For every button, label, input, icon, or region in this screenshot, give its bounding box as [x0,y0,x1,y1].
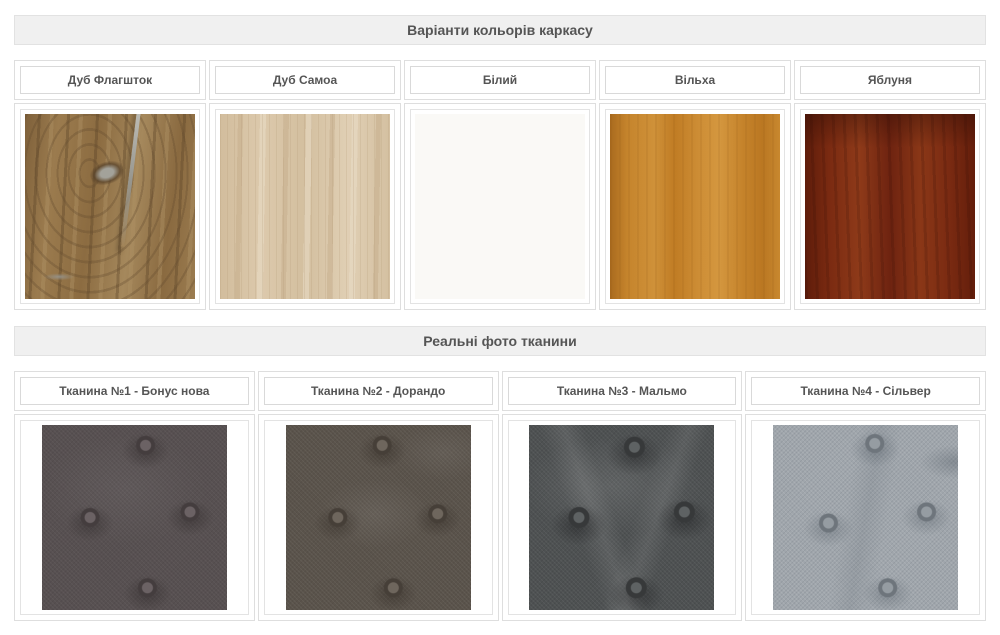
swatch-image-oak-flagstock [25,114,195,299]
frame-color-image-frame [800,109,980,304]
frame-colors-section: Варіанти кольорів каркасу Дуб Флагшток Д… [14,15,986,310]
fabric-label-malmo: Тканина №3 - Мальмо [508,377,737,405]
fabric-photos-section-title: Реальні фото тканини [14,326,986,356]
swatch-image-fabric-malmo [529,425,714,610]
swatch-image-oak-samoa [220,114,390,299]
fabric-image-frame [751,420,980,615]
frame-color-label-alder: Вільха [605,66,785,94]
swatch-image-fabric-bonus-nova [42,425,227,610]
frame-color-image-cell [404,103,596,310]
fabric-label-cell: Тканина №2 - Дорандо [258,371,499,411]
fabric-image-row [14,414,986,621]
fabric-image-frame [508,420,737,615]
fabric-label-dorando: Тканина №2 - Дорандо [264,377,493,405]
fabric-photos-section: Реальні фото тканини Тканина №1 - Бонус … [14,326,986,621]
frame-colors-section-title: Варіанти кольорів каркасу [14,15,986,45]
fabric-label-bonus-nova: Тканина №1 - Бонус нова [20,377,249,405]
fabric-image-cell [14,414,255,621]
frame-color-label-cell: Дуб Флагшток [14,60,206,100]
frame-color-image-cell [599,103,791,310]
product-options-page: Варіанти кольорів каркасу Дуб Флагшток Д… [0,0,1000,635]
frame-color-label-oak-samoa: Дуб Самоа [215,66,395,94]
fabric-label-silver: Тканина №4 - Сільвер [751,377,980,405]
fabric-image-frame [20,420,249,615]
frame-color-image-frame [410,109,590,304]
frame-color-label-cell: Білий [404,60,596,100]
frame-color-image-cell [209,103,401,310]
fabric-label-cell: Тканина №3 - Мальмо [502,371,743,411]
frame-color-label-white: Білий [410,66,590,94]
frame-color-label-cell: Яблуня [794,60,986,100]
fabric-label-cell: Тканина №1 - Бонус нова [14,371,255,411]
fabric-label-row: Тканина №1 - Бонус нова Тканина №2 - Дор… [14,371,986,411]
swatch-image-fabric-silver [773,425,958,610]
swatch-image-alder [610,114,780,299]
frame-color-label-oak-flagstock: Дуб Флагшток [20,66,200,94]
fabric-image-frame [264,420,493,615]
frame-color-label-apple: Яблуня [800,66,980,94]
frame-color-label-cell: Дуб Самоа [209,60,401,100]
frame-color-image-frame [20,109,200,304]
swatch-image-fabric-dorando [286,425,471,610]
frame-color-image-cell [14,103,206,310]
frame-color-image-frame [605,109,785,304]
swatch-image-white [415,114,585,299]
frame-color-image-cell [794,103,986,310]
frame-colors-label-row: Дуб Флагшток Дуб Самоа Білий Вільха Яблу… [14,60,986,100]
frame-color-image-frame [215,109,395,304]
fabric-image-cell [502,414,743,621]
swatch-image-apple [805,114,975,299]
fabric-image-cell [258,414,499,621]
frame-colors-image-row [14,103,986,310]
fabric-label-cell: Тканина №4 - Сільвер [745,371,986,411]
fabric-image-cell [745,414,986,621]
frame-color-label-cell: Вільха [599,60,791,100]
